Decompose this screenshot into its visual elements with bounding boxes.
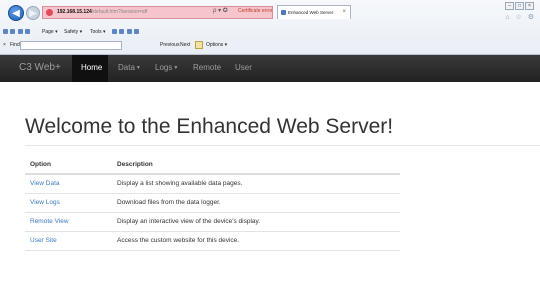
tab-enhanced-web-server[interactable]: Enhanced Web Server × — [277, 5, 351, 19]
table-row: User Site Access the custom website for … — [25, 231, 400, 251]
address-row: ◀ ▶ 192.168.15.124/default.htm?/session=… — [0, 0, 540, 27]
tools-menu[interactable]: Tools ▾ — [90, 29, 106, 35]
brand[interactable]: C3 Web+ — [19, 62, 61, 73]
row-description: Access the custom website for this devic… — [112, 231, 400, 251]
nav-data-label: Data — [118, 63, 135, 72]
address-tools[interactable]: ρ ▾ ✪ — [213, 7, 228, 14]
caret-down-icon: ▼ — [173, 65, 179, 71]
table-row: Remote View Display an interactive view … — [25, 212, 400, 232]
divider — [25, 145, 540, 146]
forward-button[interactable]: ▶ — [26, 6, 40, 20]
address-path: /default.htm?/session=aff — [91, 9, 148, 15]
translate-icon — [126, 29, 132, 34]
window-controls: – □ × — [505, 2, 534, 10]
security-warning-icon — [46, 9, 53, 16]
options-table: Option Description View Data Display a l… — [25, 156, 400, 251]
site-navbar: C3 Web+ Home Data▼ Logs▼ Remote User — [0, 55, 540, 82]
page-title: Welcome to the Enhanced Web Server! — [25, 115, 394, 138]
nav-logs-label: Logs — [155, 63, 173, 72]
home-icon — [3, 29, 8, 34]
print-icon — [25, 29, 31, 34]
help-icon — [112, 29, 117, 34]
feeds-icon — [10, 29, 16, 34]
extra-toolbar-icons[interactable] — [112, 29, 140, 35]
find-bar: × Find: Previous Next Options ▾ — [0, 40, 540, 52]
favicon-icon — [281, 10, 286, 15]
nav-logs[interactable]: Logs▼ — [155, 63, 178, 72]
tab-title: Enhanced Web Server — [288, 10, 334, 15]
view-logs-link[interactable]: View Logs — [25, 193, 112, 213]
tab-close-button[interactable]: × — [342, 6, 346, 19]
forward-arrow-icon: ▶ — [29, 7, 37, 19]
minimize-button[interactable]: – — [505, 2, 514, 10]
nav-data[interactable]: Data▼ — [118, 63, 141, 72]
command-bar-icons[interactable] — [3, 29, 31, 35]
browser-chrome: ◀ ▶ 192.168.15.124/default.htm?/session=… — [0, 0, 540, 55]
table-row: View Logs Download files from the data l… — [25, 193, 400, 213]
column-header-option: Option — [25, 156, 112, 175]
back-arrow-icon: ◀ — [12, 7, 20, 19]
close-window-button[interactable]: × — [525, 2, 534, 10]
maximize-button[interactable]: □ — [515, 2, 524, 10]
find-input[interactable] — [20, 41, 122, 50]
remote-view-link[interactable]: Remote View — [25, 212, 112, 232]
highlight-icon[interactable] — [195, 41, 203, 49]
nav-home[interactable]: Home — [81, 63, 102, 72]
find-options-menu[interactable]: Options ▾ — [206, 42, 227, 48]
certificate-error[interactable]: Certificate error — [238, 8, 272, 14]
user-site-link[interactable]: User Site — [25, 231, 112, 251]
home-favorites-tools-icons[interactable]: ⌂ ☆ ⚙ — [505, 13, 536, 21]
nav-user[interactable]: User — [235, 63, 252, 72]
mail-icon — [17, 29, 23, 34]
caret-down-icon: ▼ — [135, 65, 141, 71]
row-description: Download files from the data logger. — [112, 193, 400, 213]
accelerator-icon — [134, 29, 140, 34]
command-bar: Page ▾ Safety ▾ Tools ▾ — [0, 27, 540, 38]
find-close-button[interactable]: × — [3, 42, 6, 48]
page-menu[interactable]: Page ▾ — [42, 29, 58, 35]
find-previous-button[interactable]: Previous — [160, 42, 179, 48]
table-header-row: Option Description — [25, 156, 400, 175]
view-data-link[interactable]: View Data — [25, 174, 112, 194]
find-next-button[interactable]: Next — [180, 42, 190, 48]
safety-menu[interactable]: Safety ▾ — [64, 29, 82, 35]
research-icon — [119, 29, 125, 34]
row-description: Display a list showing available data pa… — [112, 174, 400, 194]
table-row: View Data Display a list showing availab… — [25, 174, 400, 194]
column-header-description: Description — [112, 156, 400, 175]
back-button[interactable]: ◀ — [8, 5, 24, 21]
nav-remote[interactable]: Remote — [193, 63, 221, 72]
row-description: Display an interactive view of the devic… — [112, 212, 400, 232]
address-host: 192.168.15.124 — [57, 9, 92, 15]
